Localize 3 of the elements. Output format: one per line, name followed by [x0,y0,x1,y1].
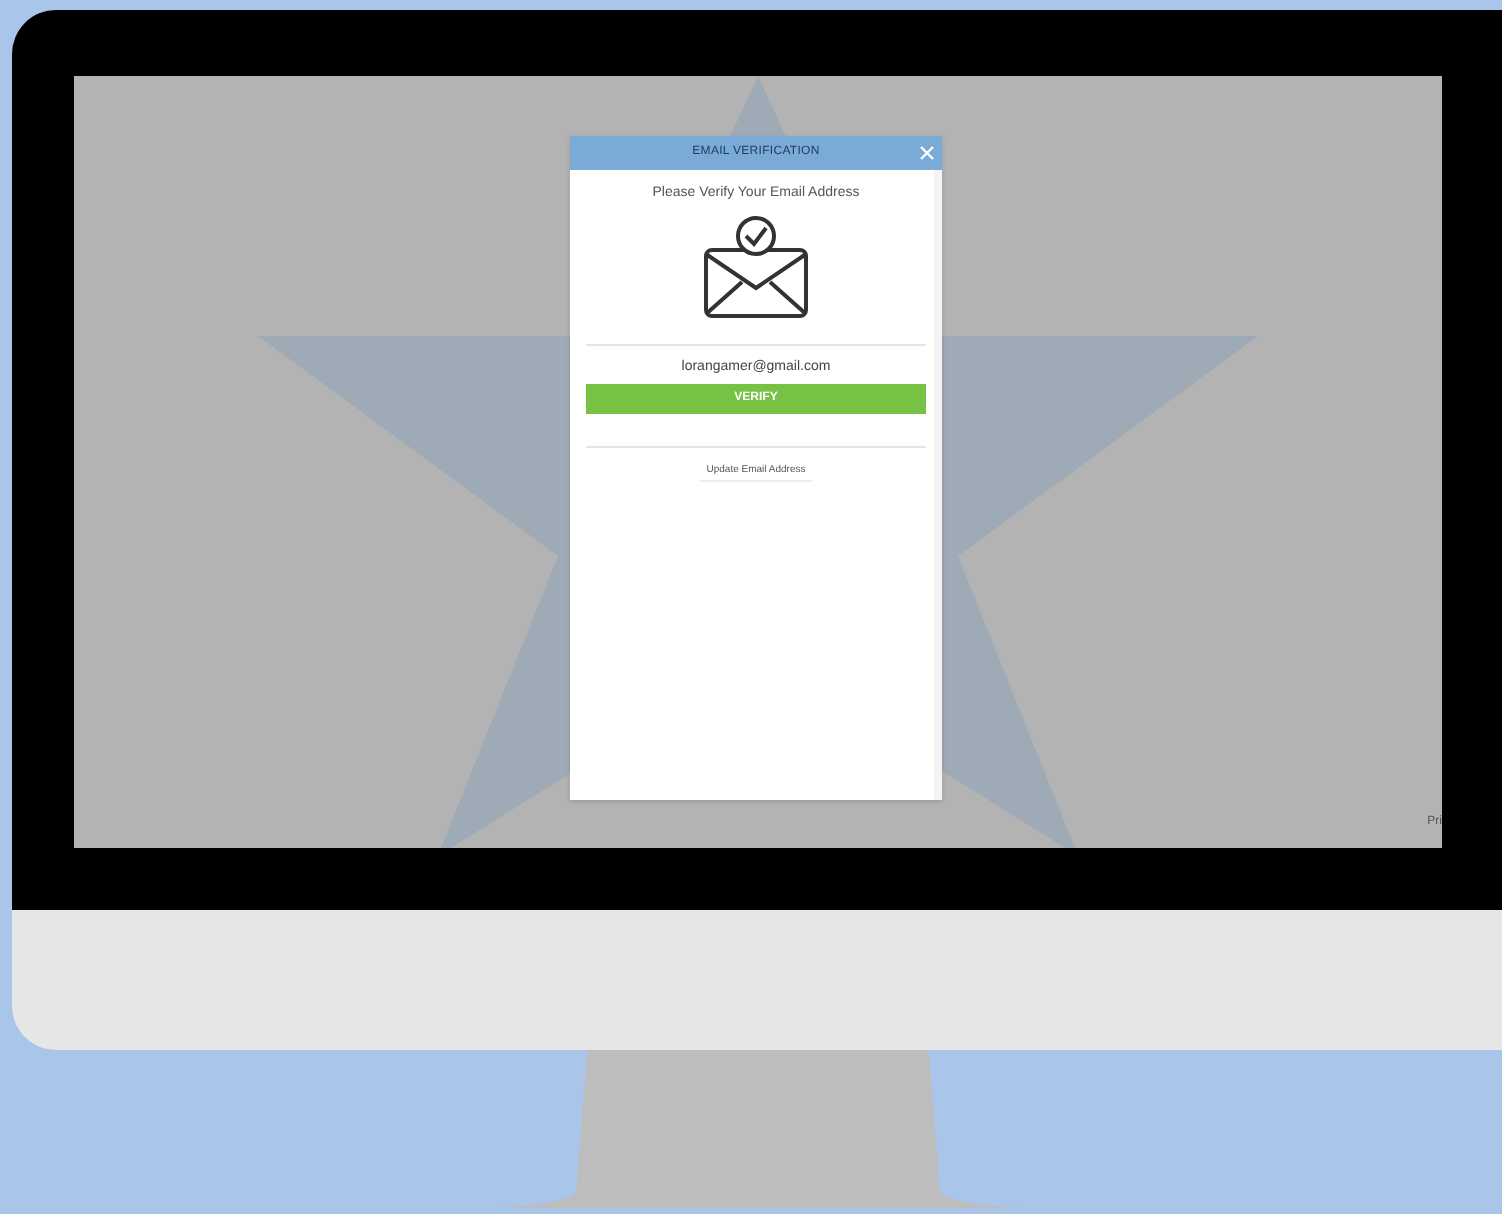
scrollbar[interactable] [934,170,942,800]
envelope-check-icon [702,215,810,319]
close-icon[interactable] [920,146,934,160]
